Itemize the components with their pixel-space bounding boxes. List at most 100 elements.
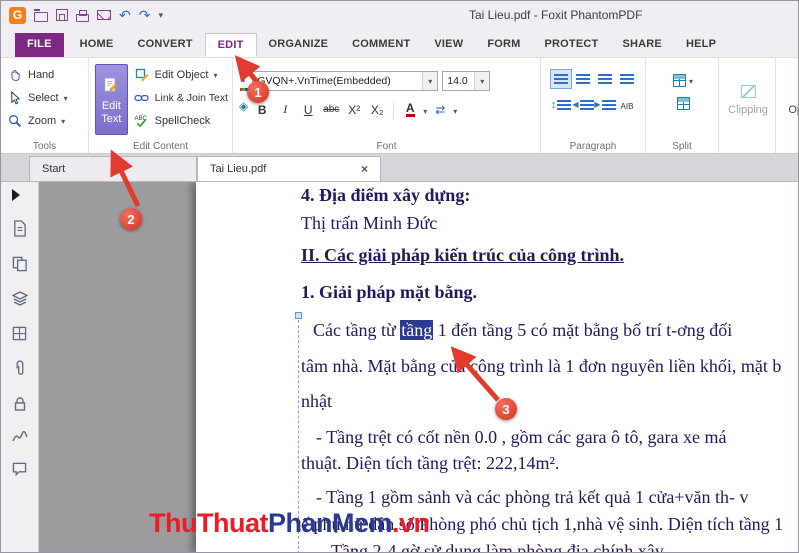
- layers-panel-icon[interactable]: [11, 291, 28, 307]
- tab-edit[interactable]: EDIT: [204, 33, 257, 57]
- tab-protect[interactable]: PROTECT: [533, 33, 611, 57]
- align-center-icon: [576, 73, 590, 85]
- bookmarks-panel-icon[interactable]: [12, 220, 27, 237]
- save-icon[interactable]: [56, 9, 68, 21]
- bold-button[interactable]: B: [252, 100, 272, 119]
- group-label-paragraph: Paragraph: [569, 141, 617, 152]
- doc-heading-dia-diem[interactable]: 4. Địa điểm xây dựng:: [301, 185, 470, 207]
- chevron-down-icon[interactable]: [689, 71, 693, 89]
- doc-heading-giai-phap[interactable]: II. Các giải pháp kiến trúc của công trì…: [301, 245, 624, 267]
- char-spacing-button[interactable]: ⇄: [430, 100, 450, 119]
- tab-comment[interactable]: COMMENT: [340, 33, 422, 57]
- attachments-panel-icon[interactable]: [13, 360, 26, 377]
- pdf-page[interactable]: 4. Địa điểm xây dựng: Thị trấn Minh Đức …: [196, 182, 798, 552]
- text-color-palette-icon[interactable]: T: [240, 69, 248, 91]
- strikethrough-button[interactable]: abc: [321, 100, 341, 119]
- thumbnails-panel-icon[interactable]: [12, 326, 27, 341]
- hand-tool-button[interactable]: Hand: [7, 63, 84, 86]
- superscript-button[interactable]: X²: [344, 100, 364, 119]
- tab-help[interactable]: HELP: [674, 33, 728, 57]
- pages-panel-icon[interactable]: [12, 256, 28, 272]
- spellcheck-button[interactable]: ABC SpellCheck: [134, 109, 228, 132]
- font-color-button[interactable]: A: [400, 100, 420, 119]
- increase-indent-button[interactable]: ▶: [594, 95, 616, 115]
- doc-line[interactable]: tâm nhà. Mặt bằng của công trình là 1 đơ…: [301, 356, 781, 378]
- doc-paragraph[interactable]: Các tầng từ tầng 1 đến tầng 5 có mặt bằn…: [313, 320, 732, 342]
- expand-panel-icon[interactable]: [12, 189, 20, 201]
- chevron-down-icon[interactable]: [213, 69, 217, 81]
- window-title: Tai Lieu.pdf - Foxit PhantomPDF: [469, 8, 643, 22]
- clipping-button[interactable]: Clipping: [725, 65, 771, 135]
- doc-line[interactable]: Thị trấn Minh Đức: [301, 213, 437, 235]
- italic-button[interactable]: I: [275, 100, 295, 119]
- tab-convert[interactable]: CONVERT: [125, 33, 204, 57]
- spellcheck-label: SpellCheck: [154, 114, 211, 127]
- close-icon[interactable]: [347, 163, 368, 175]
- tab-tai-lieu[interactable]: Tai Lieu.pdf: [197, 156, 381, 181]
- foxit-logo-icon[interactable]: G: [9, 6, 26, 24]
- doc-line[interactable]: - Tầng trệt có cốt nền 0.0 , gồm các gar…: [316, 427, 727, 449]
- group-label-edit-content: Edit Content: [132, 141, 189, 152]
- doc-line[interactable]: Tầng 2-4 gờ sử dụng làm phòng địa chính …: [331, 541, 664, 552]
- zoom-tool-button[interactable]: Zoom: [7, 109, 84, 132]
- chevron-down-icon[interactable]: [61, 115, 65, 127]
- edit-object-button[interactable]: Edit Object: [134, 63, 228, 86]
- tab-view[interactable]: VIEW: [422, 33, 475, 57]
- font-name-combobox[interactable]: GVQN+.VnTime(Embedded): [252, 71, 439, 91]
- security-panel-icon[interactable]: [13, 396, 27, 412]
- customize-toolbar-caret-icon[interactable]: ▾: [158, 10, 163, 21]
- tab-form[interactable]: FORM: [475, 33, 532, 57]
- signature-panel-icon[interactable]: [11, 431, 28, 443]
- chevron-down-icon[interactable]: [453, 101, 457, 119]
- doc-line[interactable]: nhật: [301, 391, 332, 413]
- tab-home[interactable]: HOME: [68, 33, 126, 57]
- divider: [393, 100, 395, 119]
- document-canvas[interactable]: 4. Địa điểm xây dựng: Thị trấn Minh Đức …: [39, 182, 798, 552]
- paragraph-spacing-button[interactable]: [616, 95, 638, 115]
- doc-heading-mat-bang[interactable]: 1. Giải pháp mặt bằng.: [301, 282, 477, 304]
- tab-organize[interactable]: ORGANIZE: [257, 33, 341, 57]
- chevron-down-icon[interactable]: [474, 72, 490, 90]
- tab-share[interactable]: SHARE: [610, 33, 674, 57]
- chevron-down-icon[interactable]: [422, 72, 438, 90]
- font-size-combobox[interactable]: 14.0: [442, 71, 491, 91]
- comments-panel-icon[interactable]: [12, 462, 27, 476]
- line-spacing-icon: ↕: [550, 98, 557, 111]
- group-paragraph: ↕ ◀ ▶ Paragraph: [541, 58, 646, 153]
- redo-icon[interactable]: ↷: [139, 8, 151, 22]
- email-icon[interactable]: [97, 10, 111, 20]
- ribbon-edit: Hand Select Zoom Tools: [1, 57, 798, 154]
- chevron-down-icon[interactable]: [423, 101, 427, 119]
- edit-text-button[interactable]: Edit Text: [95, 64, 128, 135]
- align-justify-button[interactable]: [616, 69, 638, 89]
- merge-text-icon[interactable]: [676, 97, 690, 110]
- tab-start-label: Start: [42, 163, 66, 175]
- doc-line[interactable]: thuật. Diện tích tầng trệt: 222,14m².: [301, 453, 559, 475]
- hand-tool-label: Hand: [28, 68, 55, 81]
- decrease-indent-button[interactable]: ◀: [572, 95, 594, 115]
- tab-file[interactable]: FILE: [15, 33, 64, 57]
- select-tool-button[interactable]: Select: [7, 86, 84, 109]
- select-cursor-icon: [7, 90, 23, 105]
- foxit-window: G ↶ ↷ ▾ Tai Lieu.pdf - Foxit PhantomPDF …: [0, 0, 799, 553]
- subscript-button[interactable]: X₂: [367, 100, 387, 119]
- style-picker-icon[interactable]: ◈: [239, 100, 248, 112]
- align-right-button[interactable]: [594, 69, 616, 89]
- print-icon[interactable]: [76, 9, 89, 22]
- text-box-handle[interactable]: [295, 312, 302, 319]
- doc-line[interactable]: - Tầng 1 gồm sảnh và các phòng trả kết q…: [316, 487, 748, 509]
- undo-icon[interactable]: ↶: [119, 8, 131, 22]
- edit-object-icon: [134, 68, 150, 82]
- line-spacing-button[interactable]: ↕: [550, 95, 572, 115]
- link-join-text-button[interactable]: Link & Join Text: [134, 86, 228, 109]
- svg-text:ABC: ABC: [135, 116, 148, 122]
- selected-word[interactable]: tầng: [400, 320, 434, 340]
- chevron-down-icon[interactable]: [64, 92, 68, 104]
- tab-start[interactable]: Start: [29, 156, 197, 181]
- underline-button[interactable]: U: [298, 100, 318, 119]
- open-file-icon[interactable]: [34, 8, 48, 22]
- opacity-button[interactable]: Opacity: [782, 65, 798, 135]
- split-text-icon[interactable]: [672, 73, 686, 87]
- align-center-button[interactable]: [572, 69, 594, 89]
- align-left-button[interactable]: [550, 69, 572, 89]
